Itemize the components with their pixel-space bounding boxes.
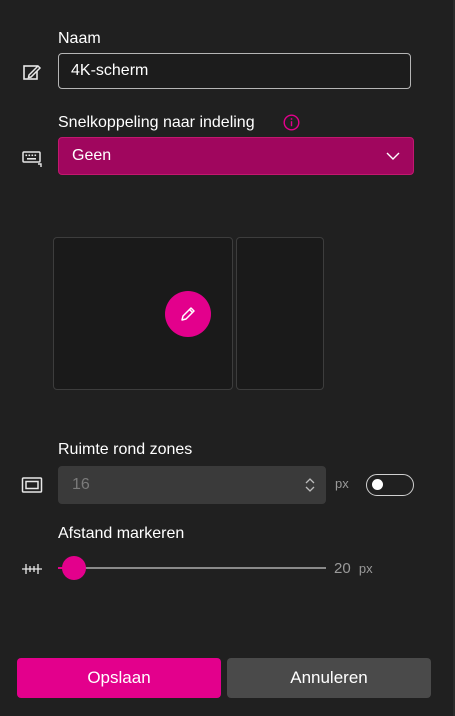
highlight-distance-label: Afstand markeren bbox=[58, 525, 185, 542]
spacing-value: 16 bbox=[72, 476, 90, 493]
layout-zone-2[interactable] bbox=[236, 237, 324, 390]
distance-icon bbox=[21, 558, 43, 580]
name-label: Naam bbox=[58, 30, 101, 47]
spacing-number-input[interactable]: 16 bbox=[58, 466, 326, 504]
highlight-value-display: 20 px bbox=[334, 560, 373, 577]
toggle-knob bbox=[372, 479, 383, 490]
highlight-slider-thumb[interactable] bbox=[62, 556, 86, 580]
spacing-icon bbox=[21, 474, 43, 496]
layout-name-input[interactable]: 4K-scherm bbox=[58, 53, 411, 89]
layout-name-value: 4K-scherm bbox=[71, 62, 149, 79]
chevron-down-icon bbox=[386, 152, 400, 160]
spacing-label: Ruimte rond zones bbox=[58, 441, 193, 458]
shortcut-label: Snelkoppeling naar indeling bbox=[58, 114, 255, 131]
highlight-unit: px bbox=[358, 561, 373, 576]
rename-icon bbox=[21, 61, 43, 83]
info-icon[interactable] bbox=[283, 114, 300, 131]
pencil-icon bbox=[181, 307, 195, 321]
edit-layout-button[interactable] bbox=[165, 291, 211, 337]
spacing-unit: px bbox=[335, 476, 349, 491]
keyboard-icon bbox=[21, 147, 43, 169]
spinner-icon[interactable] bbox=[304, 477, 316, 493]
spacing-toggle[interactable] bbox=[366, 474, 414, 496]
shortcut-dropdown[interactable]: Geen bbox=[58, 137, 414, 175]
highlight-value: 20 bbox=[334, 560, 351, 577]
save-button[interactable]: Opslaan bbox=[17, 658, 221, 698]
shortcut-selected-value: Geen bbox=[72, 147, 112, 164]
highlight-slider-track[interactable] bbox=[74, 567, 326, 569]
cancel-button[interactable]: Annuleren bbox=[227, 658, 431, 698]
